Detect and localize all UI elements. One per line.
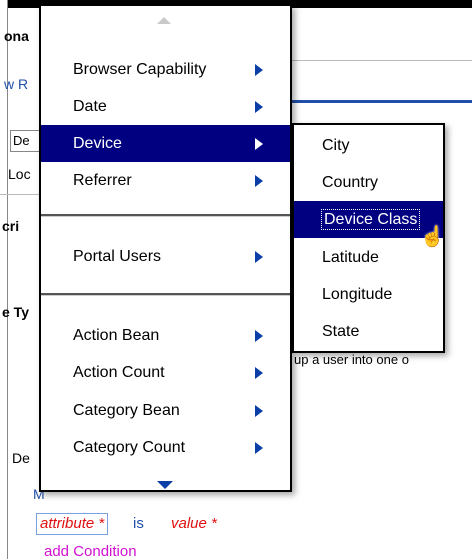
- submenu-arrow-icon: [255, 101, 263, 113]
- divider: [0, 194, 39, 195]
- menu-item-category-bean[interactable]: Category Bean: [41, 392, 290, 429]
- submenu-arrow-icon: [255, 175, 263, 187]
- blue-divider: [292, 100, 472, 103]
- header-fragment: ona: [4, 28, 29, 44]
- menu-item-action-count[interactable]: Action Count: [41, 354, 290, 391]
- menu-item-referrer[interactable]: Referrer: [41, 162, 290, 199]
- section-fragment: cri: [2, 218, 20, 234]
- submenu-item-label: State: [322, 323, 360, 340]
- submenu-item-longitude[interactable]: Longitude: [294, 276, 443, 313]
- device-submenu: City Country Device Class ☝ Latitude Lon…: [292, 123, 445, 353]
- attribute-field[interactable]: attribute *: [36, 513, 109, 535]
- scroll-up-icon[interactable]: [157, 17, 171, 24]
- menu-item-label: Device: [73, 135, 122, 152]
- scroll-down-icon[interactable]: [157, 481, 173, 489]
- menu-item-device[interactable]: Device: [41, 125, 290, 162]
- submenu-item-label: Latitude: [322, 249, 379, 266]
- menu-separator: [41, 214, 290, 217]
- menu-item-label: Category Bean: [73, 402, 180, 419]
- submenu-arrow-icon: [255, 442, 263, 454]
- type-fragment: e Ty: [2, 304, 29, 320]
- submenu-arrow-icon: [255, 367, 263, 379]
- attribute-label: attribute *: [40, 515, 105, 532]
- menu-item-portal-users[interactable]: Portal Users: [41, 238, 290, 275]
- menu-item-label: Browser Capability: [73, 61, 207, 78]
- submenu-item-label: Country: [322, 174, 379, 191]
- submenu-arrow-icon: [255, 330, 263, 342]
- menu-separator: [41, 293, 290, 296]
- menu-item-action-bean[interactable]: Action Bean: [41, 317, 290, 354]
- menu-item-date[interactable]: Date: [41, 88, 290, 125]
- loc-fragment: Loc: [8, 166, 31, 182]
- submenu-arrow-icon: [255, 405, 263, 417]
- submenu-arrow-icon: [255, 64, 263, 76]
- is-operator[interactable]: is: [133, 515, 144, 532]
- description-fragment: up a user into one o: [294, 352, 409, 367]
- value-field[interactable]: value *: [171, 515, 217, 532]
- menu-item-category-count[interactable]: Category Count: [41, 429, 290, 466]
- menu-item-label: Category Count: [73, 439, 186, 456]
- submenu-item-device-class[interactable]: Device Class ☝: [294, 201, 445, 248]
- divider: [292, 60, 472, 61]
- submenu-item-label: Longitude: [322, 286, 393, 303]
- submenu-item-label: City: [322, 137, 350, 154]
- submenu-item-latitude[interactable]: Latitude: [294, 239, 443, 276]
- bottom-fragment: De: [12, 450, 30, 466]
- input-fragment-text: De: [13, 133, 30, 148]
- submenu-item-state[interactable]: State: [294, 313, 443, 350]
- submenu-item-label: Device Class: [320, 209, 421, 230]
- menu-item-label: Referrer: [73, 172, 132, 189]
- attribute-menu: Browser Capability Date Device Referrer …: [39, 4, 292, 492]
- submenu-arrow-icon: [255, 138, 263, 150]
- menu-item-label: Date: [73, 98, 107, 115]
- menu-item-label: Action Count: [73, 364, 165, 381]
- menu-item-label: Portal Users: [73, 248, 162, 265]
- submenu-item-city[interactable]: City: [294, 127, 443, 164]
- menu-item-browser-capability[interactable]: Browser Capability: [41, 51, 290, 88]
- device-select-fragment[interactable]: De: [10, 130, 41, 152]
- add-condition-link[interactable]: add Condition: [44, 543, 137, 560]
- submenu-item-country[interactable]: Country: [294, 164, 443, 201]
- submenu-arrow-icon: [255, 251, 263, 263]
- link-fragment[interactable]: w R: [4, 76, 28, 92]
- menu-item-label: Action Bean: [73, 327, 160, 344]
